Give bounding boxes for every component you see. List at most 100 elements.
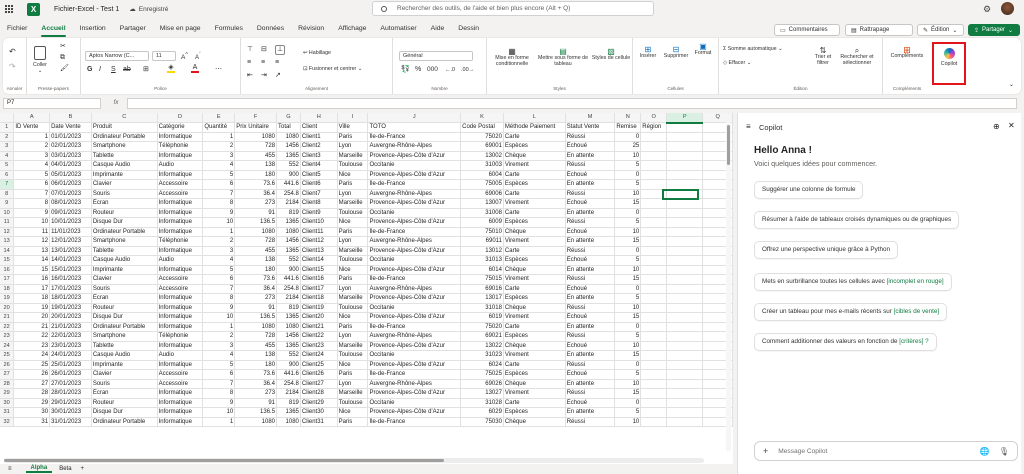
cell[interactable]: En attente [565, 322, 616, 332]
cell[interactable]: 8 [202, 198, 236, 209]
row-header[interactable]: 14 [0, 246, 15, 256]
cell[interactable] [666, 398, 704, 408]
cell[interactable]: Chèque [503, 151, 566, 161]
cell[interactable]: En attente [565, 208, 616, 218]
cell[interactable]: Catégorie [157, 122, 204, 133]
cell[interactable] [666, 369, 704, 380]
row-header[interactable]: 25 [0, 350, 15, 361]
copilot-suggestion[interactable]: Offrez une perspective unique grâce à Py… [754, 241, 899, 259]
tab-partager[interactable]: Partager [113, 20, 153, 37]
cell[interactable]: 25 [13, 360, 51, 370]
cell[interactable]: 0 [614, 398, 642, 408]
cell[interactable]: Échoué [565, 227, 616, 237]
cell[interactable]: Virement [503, 160, 566, 171]
cell[interactable]: Provence-Alpes-Côte d'Azur [367, 407, 462, 418]
cell[interactable]: 36.4 [234, 284, 278, 294]
cell[interactable]: Toulouse [337, 160, 369, 171]
cell[interactable]: Provence-Alpes-Côte d'Azur [367, 151, 462, 161]
italic-icon[interactable]: I [99, 66, 101, 73]
cell[interactable] [640, 179, 668, 190]
cell[interactable]: 455 [234, 341, 278, 351]
cell[interactable]: 12 [13, 236, 51, 247]
cell[interactable]: Informatique [157, 341, 204, 351]
cell[interactable]: En attente [565, 407, 616, 418]
cell[interactable]: 4 [202, 160, 236, 171]
cell[interactable]: 23 [13, 341, 51, 351]
cell[interactable]: Code Postal [460, 122, 504, 133]
new-chat-icon[interactable]: ⊕ [993, 122, 1000, 131]
column-header-b[interactable]: B [49, 113, 92, 123]
cell[interactable]: 136.5 [234, 312, 278, 323]
cell[interactable]: 10 [614, 417, 642, 427]
cell[interactable]: 31008 [460, 208, 504, 218]
cell[interactable]: 138 [234, 255, 278, 266]
cell[interactable]: Ordinateur Portable [91, 132, 158, 142]
cell[interactable]: 180 [234, 360, 278, 370]
cell[interactable]: Virement [503, 312, 566, 323]
cell[interactable]: Auvergne-Rhône-Alpes [367, 331, 462, 342]
row-header[interactable]: 18 [0, 284, 15, 294]
cell[interactable]: Smartphone [91, 141, 158, 152]
row-header[interactable]: 19 [0, 293, 15, 304]
cell[interactable]: Carte [503, 208, 566, 218]
cell[interactable]: Informatique [157, 360, 204, 370]
cell[interactable]: Routeur [91, 208, 158, 218]
row-header[interactable]: 32 [0, 417, 15, 427]
align-bottom-icon[interactable]: ⊥ [275, 45, 286, 55]
cell[interactable]: Espèces [503, 407, 566, 418]
cell[interactable]: 26 [13, 369, 51, 380]
cell[interactable]: 29/01/2023 [49, 398, 92, 408]
tab-formules[interactable]: Formules [208, 20, 250, 37]
cell[interactable]: Marseille [337, 293, 369, 304]
cell[interactable]: Client10 [300, 217, 338, 228]
cell[interactable] [666, 141, 704, 152]
cell[interactable]: Toulouse [337, 255, 369, 266]
cell[interactable]: 1080 [234, 322, 278, 332]
cell[interactable]: Informatique [157, 246, 204, 256]
cell[interactable]: Ordinateur Portable [91, 227, 158, 237]
cell[interactable]: Client11 [300, 227, 338, 237]
cell[interactable]: 13022 [460, 341, 504, 351]
row-header[interactable]: 28 [0, 379, 15, 389]
cell[interactable]: 15 [13, 265, 51, 275]
cell[interactable]: 14/01/2023 [49, 255, 92, 266]
cell[interactable]: 75025 [460, 369, 504, 380]
cell[interactable]: Lyon [337, 331, 369, 342]
cell[interactable]: 1 [202, 227, 236, 237]
cell[interactable]: 900 [276, 170, 301, 180]
cell[interactable]: 254.8 [276, 379, 301, 389]
cell[interactable]: 5 [614, 331, 642, 342]
add-attachment-icon[interactable]: + [763, 446, 768, 456]
cell[interactable]: 25 [614, 141, 642, 152]
increase-decimal-icon[interactable]: ←.0 [445, 67, 455, 73]
cell[interactable]: 138 [234, 160, 278, 171]
cell[interactable]: 8 [202, 293, 236, 304]
cell[interactable]: 69006 [460, 189, 504, 199]
cell[interactable]: 5 [614, 179, 642, 190]
cell[interactable]: 441.6 [276, 179, 301, 190]
tab-automatiser[interactable]: Automatiser [373, 20, 423, 37]
cell[interactable]: Réussi [565, 303, 616, 313]
cell[interactable]: 441.6 [276, 274, 301, 285]
cell[interactable]: 15 [614, 236, 642, 247]
cell[interactable]: Client31 [300, 417, 338, 427]
cell[interactable]: Accessoire [157, 369, 204, 380]
cell[interactable] [666, 417, 704, 427]
cell[interactable]: 4 [13, 160, 51, 171]
cell[interactable]: 69001 [460, 141, 504, 152]
cell[interactable] [640, 417, 668, 427]
font-color-icon[interactable]: A [191, 64, 199, 73]
cell[interactable]: 0 [614, 208, 642, 218]
cell[interactable]: Chèque [503, 265, 566, 275]
cell[interactable]: 20/01/2023 [49, 312, 92, 323]
wrap-text-button[interactable]: ↩ Habillage [303, 50, 331, 56]
cell[interactable]: Île-de-France [367, 417, 462, 427]
cell[interactable]: Espèces [503, 141, 566, 152]
cell[interactable]: Client3 [300, 151, 338, 161]
cell[interactable]: Espèces [503, 369, 566, 380]
cell[interactable]: Paris [337, 322, 369, 332]
merge-center-button[interactable]: ⊡ Fusionner et centrer ⌄ [303, 66, 362, 72]
cell[interactable]: 5 [614, 407, 642, 418]
row-header[interactable]: 30 [0, 398, 15, 408]
cell[interactable]: Échoué [565, 170, 616, 180]
